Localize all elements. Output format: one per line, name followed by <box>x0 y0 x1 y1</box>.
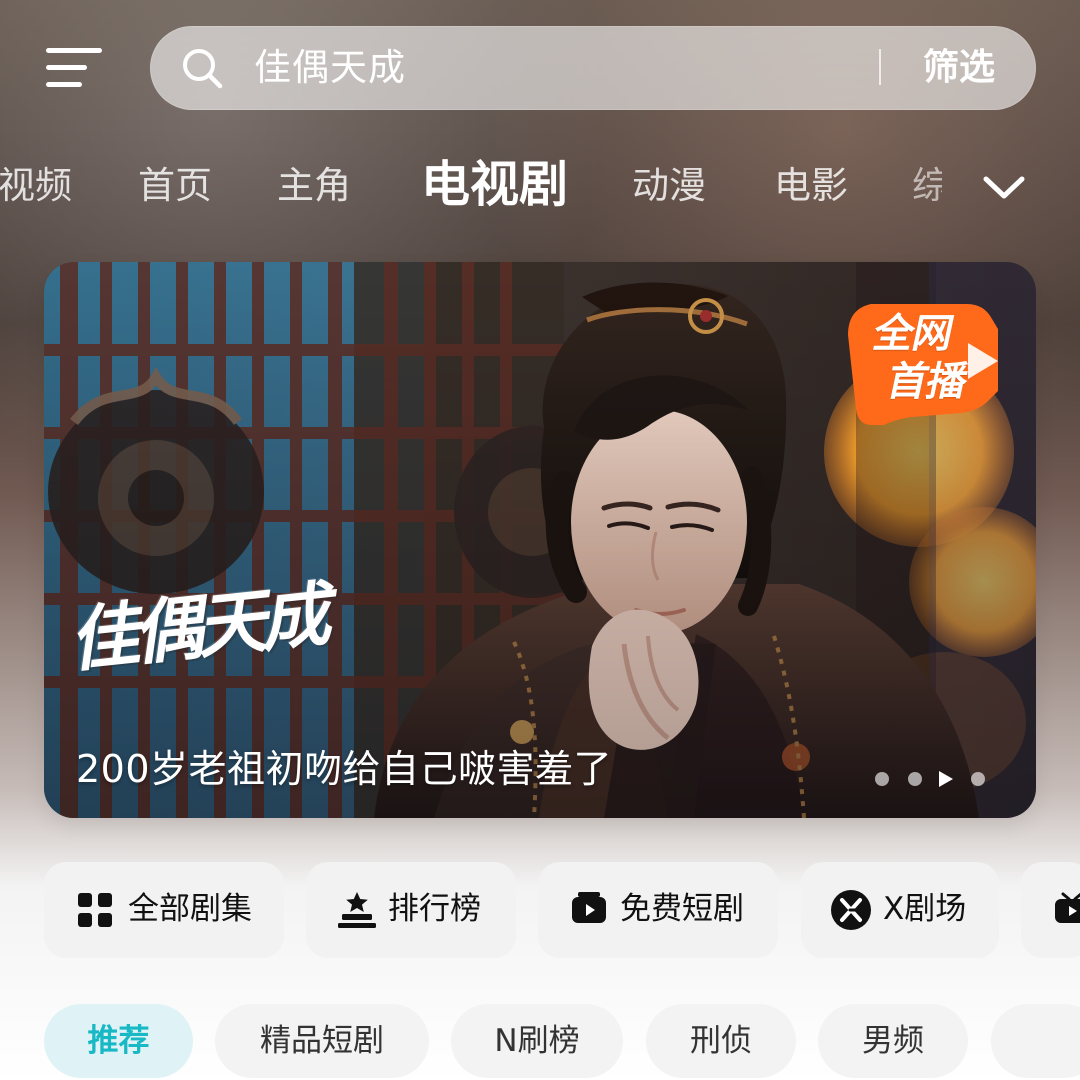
chevron-down-icon[interactable] <box>978 169 1030 205</box>
tv-button-partial[interactable] <box>1021 862 1080 958</box>
x-theater-button[interactable]: X剧场 <box>801 862 999 958</box>
featured-banner[interactable]: 佳偶天成 全网 首播 200岁老祖初吻给自己啵害羞了 <box>44 262 1036 818</box>
tv-play-icon <box>572 892 606 923</box>
ranking-label: 排行榜 <box>388 891 481 927</box>
subtab-crime[interactable]: 刑侦 <box>646 1004 796 1078</box>
grid-icon <box>78 893 112 927</box>
subtab-partial[interactable] <box>991 1004 1080 1078</box>
carousel-indicators <box>875 770 995 790</box>
badge-line-2: 首播 <box>883 359 971 405</box>
subtab-n-watch-ranking[interactable]: N刷榜 <box>451 1004 623 1078</box>
carousel-dot[interactable] <box>971 772 985 786</box>
search-bar[interactable]: 佳偶天成 筛选 <box>150 26 1036 110</box>
subtab-premium-short-drama[interactable]: 精品短剧 <box>215 1004 429 1078</box>
tab-home[interactable]: 首页 <box>138 160 212 212</box>
tab-video[interactable]: 视频 <box>0 160 72 212</box>
subtab-male-channel[interactable]: 男频 <box>818 1004 968 1078</box>
all-series-label: 全部剧集 <box>128 891 252 927</box>
menu-icon-line-bottom <box>46 82 82 87</box>
carousel-dot[interactable] <box>875 772 889 786</box>
tab-tv-series[interactable]: 电视剧 <box>421 156 568 214</box>
subtab-recommended[interactable]: 推荐 <box>44 1004 193 1078</box>
ranking-icon <box>338 892 376 928</box>
category-tabs: 视频 首页 主角 电视剧 动漫 电影 综 <box>0 150 1080 234</box>
ranking-button[interactable]: 排行榜 <box>306 862 516 958</box>
x-theater-icon <box>831 890 871 930</box>
carousel-dot[interactable] <box>908 772 922 786</box>
search-icon <box>183 49 223 89</box>
menu-icon-line-top <box>46 48 102 53</box>
tab-protagonist[interactable]: 主角 <box>277 160 351 212</box>
tab-variety-partial[interactable]: 综 <box>912 160 942 212</box>
tab-movie[interactable]: 电影 <box>774 160 848 212</box>
play-indicator-icon[interactable] <box>939 771 953 787</box>
search-input[interactable]: 佳偶天成 <box>254 42 406 94</box>
quick-actions: 全部剧集 排行榜 免费短剧 X剧场 <box>0 862 1080 960</box>
menu-icon-line-middle <box>46 65 87 70</box>
x-theater-label: X剧场 <box>883 891 967 927</box>
tab-anime[interactable]: 动漫 <box>632 160 706 212</box>
filter-button[interactable]: 筛选 <box>910 41 1008 95</box>
content-subtabs: 推荐 精品短剧 N刷榜 刑侦 男频 <box>0 1004 1080 1080</box>
free-short-drama-label: 免费短剧 <box>620 891 744 927</box>
app-screen: 佳偶天成 筛选 视频 首页 主角 电视剧 动漫 电影 综 佳偶天成 全网 首播 … <box>0 0 1080 1080</box>
free-short-drama-button[interactable]: 免费短剧 <box>538 862 778 958</box>
banner-caption: 200岁老祖初吻给自己啵害羞了 <box>76 747 613 791</box>
all-series-button[interactable]: 全部剧集 <box>44 862 284 958</box>
search-divider <box>879 49 881 85</box>
badge-line-1: 全网 <box>869 311 957 357</box>
top-bar: 佳偶天成 筛选 <box>0 0 1080 130</box>
tv-icon <box>1055 892 1080 923</box>
subtab-partial-clip <box>991 1004 1037 1078</box>
menu-button[interactable] <box>42 42 106 96</box>
